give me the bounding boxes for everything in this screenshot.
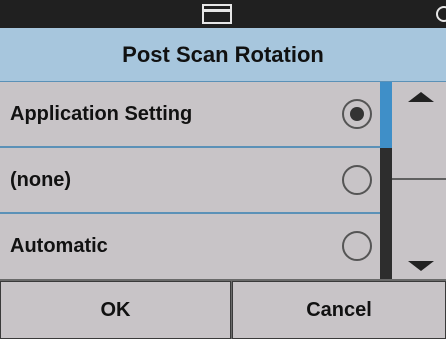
footer: OK Cancel <box>0 279 446 339</box>
scroll-down-button[interactable] <box>392 180 446 279</box>
scroll-up-button[interactable] <box>392 82 446 180</box>
cancel-button[interactable]: Cancel <box>232 281 446 339</box>
option-application-setting[interactable]: Application Setting <box>0 82 380 146</box>
arrow-up-icon <box>408 92 434 102</box>
scanner-icon <box>202 4 232 24</box>
radio-button[interactable] <box>342 165 372 195</box>
option-none[interactable]: (none) <box>0 148 380 212</box>
radio-selected-dot <box>350 107 364 121</box>
option-label: (none) <box>10 169 72 191</box>
option-automatic[interactable]: Automatic <box>0 214 380 279</box>
option-label: Application Setting <box>10 103 193 125</box>
ok-button[interactable]: OK <box>0 281 231 339</box>
radio-button[interactable] <box>342 99 372 129</box>
scrollbar-thumb[interactable] <box>380 82 392 148</box>
option-label: Automatic <box>10 235 108 257</box>
radio-button[interactable] <box>342 231 372 261</box>
options-list: Application Setting (none) Automatic <box>0 82 380 279</box>
status-bar <box>0 0 446 28</box>
arrow-down-icon <box>408 261 434 271</box>
scrollbar[interactable] <box>380 82 392 279</box>
dialog-title: Post Scan Rotation <box>0 28 446 82</box>
partial-icon <box>436 6 446 22</box>
